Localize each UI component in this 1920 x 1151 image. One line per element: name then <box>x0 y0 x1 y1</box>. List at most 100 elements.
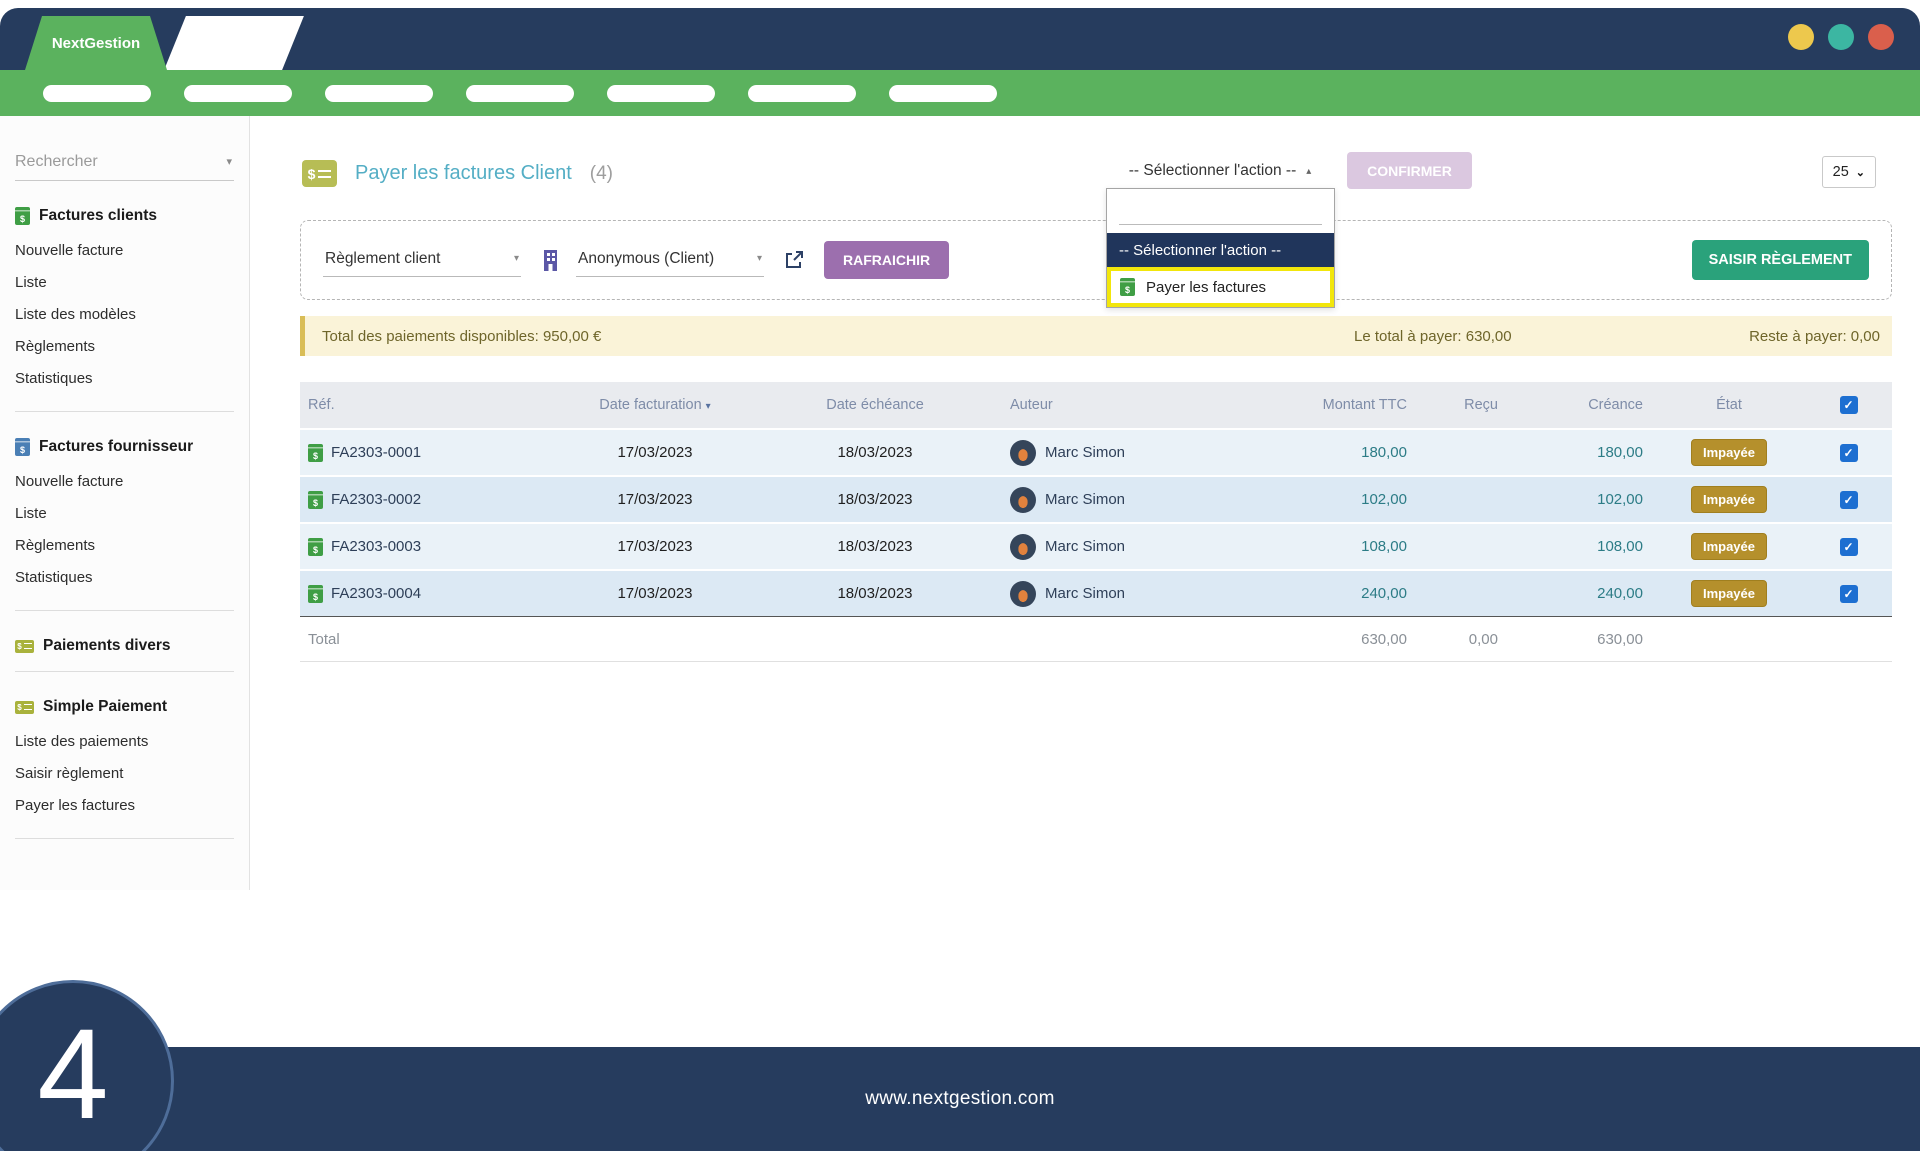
col-credit[interactable]: Créance <box>1508 397 1653 413</box>
sidebar-item-statistiques[interactable]: Statistiques <box>15 562 249 594</box>
section-title: Paiements divers <box>43 637 171 655</box>
blank-tab[interactable] <box>164 16 304 70</box>
sidebar-item-payer-les-factures[interactable]: Payer les factures <box>15 790 249 822</box>
sidebar-item-nouvelle-facture[interactable]: Nouvelle facture <box>15 466 249 498</box>
search-input[interactable] <box>15 147 234 180</box>
col-invoice-date[interactable]: Date facturation▾ <box>570 397 740 413</box>
brand-logo-text: NextGestion <box>52 35 140 52</box>
title-row: $ Payer les factures Client (4) -- Sélec… <box>300 150 1892 206</box>
step-number: 4 <box>37 1011 108 1139</box>
nav-menu-item[interactable] <box>184 85 292 102</box>
chevron-down-icon: ⌄ <box>1856 166 1865 179</box>
sidebar-item-nouvelle-facture[interactable]: Nouvelle facture <box>15 235 249 267</box>
nav-menu-item[interactable] <box>889 85 997 102</box>
col-received[interactable]: Reçu <box>1417 397 1508 413</box>
page-size-select[interactable]: 25 ⌄ <box>1822 156 1876 188</box>
invoice-icon: $ <box>15 438 30 456</box>
section-title: Factures fournisseur <box>39 438 193 456</box>
col-ref[interactable]: Réf. <box>300 397 570 413</box>
footer-url: www.nextgestion.com <box>865 1088 1054 1110</box>
divider <box>15 671 234 672</box>
dropdown-option-select-action[interactable]: -- Sélectionner l'action -- <box>1107 233 1334 267</box>
nav-menu-item[interactable] <box>607 85 715 102</box>
sidebar-section-header[interactable]: $ Paiements divers <box>15 637 249 655</box>
available-payments-total: Total des paiements disponibles: 950,00 … <box>322 328 601 345</box>
total-to-pay: Le total à payer: 630,00 <box>1354 328 1512 345</box>
row-checkbox[interactable] <box>1840 444 1858 462</box>
client-value: Anonymous (Client) <box>578 250 714 268</box>
refresh-button[interactable]: RAFRAICHIR <box>824 241 949 279</box>
external-link-icon[interactable] <box>784 250 804 270</box>
sidebar-search: ▾ <box>15 147 234 181</box>
nav-menu-item[interactable] <box>466 85 574 102</box>
dropdown-search[interactable] <box>1107 189 1334 233</box>
client-select[interactable]: Anonymous (Client) ▾ <box>576 244 764 277</box>
avatar <box>1010 440 1036 466</box>
sidebar-section-header[interactable]: $ Factures fournisseur <box>15 438 249 456</box>
author-name: Marc Simon <box>1045 491 1125 508</box>
enter-payment-button[interactable]: SAISIR RÈGLEMENT <box>1692 240 1869 280</box>
step-number-badge: 4 <box>0 980 174 1151</box>
window-dot-red[interactable] <box>1868 24 1894 50</box>
payment-type-value: Règlement client <box>325 250 440 268</box>
sidebar-section-header[interactable]: $ Factures clients <box>15 207 249 225</box>
sort-desc-icon: ▾ <box>706 401 711 412</box>
invoice-icon: $ <box>1120 278 1135 296</box>
action-select[interactable]: -- Sélectionner l'action -- ▴ <box>1106 162 1334 180</box>
col-status[interactable]: État <box>1653 397 1805 413</box>
main-content: $ Payer les factures Client (4) -- Sélec… <box>300 116 1892 662</box>
avatar <box>1010 487 1036 513</box>
dropdown-option-payer-les-factures[interactable]: $ Payer les factures <box>1107 267 1334 307</box>
status-badge: Impayée <box>1691 439 1767 466</box>
chevron-up-icon: ▴ <box>1306 166 1311 177</box>
status-badge: Impayée <box>1691 533 1767 560</box>
author-name: Marc Simon <box>1045 585 1125 602</box>
col-author[interactable]: Auteur <box>1010 397 1310 413</box>
table-row: $FA2303-0004 17/03/2023 18/03/2023 Marc … <box>300 571 1892 616</box>
confirm-button[interactable]: CONFIRMER <box>1347 152 1472 189</box>
nav-menu-item[interactable] <box>325 85 433 102</box>
brand-tab[interactable]: NextGestion <box>25 16 167 70</box>
chevron-down-icon: ▾ <box>226 155 232 168</box>
nav-menu-item[interactable] <box>748 85 856 102</box>
sidebar: ▾ $ Factures clients Nouvelle facture Li… <box>0 116 250 890</box>
section-title: Factures clients <box>39 207 157 225</box>
filter-panel: Règlement client ▾ Anonymous (Client) ▾ … <box>300 220 1892 300</box>
sidebar-item-liste-des-paiements[interactable]: Liste des paiements <box>15 726 249 758</box>
avatar <box>1010 534 1036 560</box>
col-due-date[interactable]: Date échéance <box>740 397 1010 413</box>
sidebar-section-paiements-divers: $ Paiements divers <box>0 637 249 655</box>
invoice-ref: FA2303-0002 <box>331 491 421 508</box>
total-amount: 630,00 <box>1310 631 1417 648</box>
invoice-icon: $ <box>308 444 323 462</box>
sidebar-item-reglements[interactable]: Règlements <box>15 331 249 363</box>
page-count: (4) <box>590 163 613 185</box>
window-dot-yellow[interactable] <box>1788 24 1814 50</box>
sidebar-item-saisir-reglement[interactable]: Saisir règlement <box>15 758 249 790</box>
col-amount[interactable]: Montant TTC <box>1310 397 1417 413</box>
row-checkbox[interactable] <box>1840 585 1858 603</box>
option-label: Payer les factures <box>1146 279 1266 296</box>
sidebar-section-header[interactable]: $ Simple Paiement <box>15 698 249 716</box>
sidebar-item-liste[interactable]: Liste <box>15 498 249 530</box>
action-dropdown-panel: -- Sélectionner l'action -- $ Payer les … <box>1106 188 1335 308</box>
sidebar-item-liste[interactable]: Liste <box>15 267 249 299</box>
payment-type-select[interactable]: Règlement client ▾ <box>323 244 521 277</box>
sidebar-item-reglements[interactable]: Règlements <box>15 530 249 562</box>
divider <box>15 838 234 839</box>
window-dot-teal[interactable] <box>1828 24 1854 50</box>
pay-invoices-icon: $ <box>302 160 337 187</box>
page: NextGestion ▾ $ Factures clients Nouvell… <box>0 0 1920 1151</box>
table-row: $FA2303-0003 17/03/2023 18/03/2023 Marc … <box>300 524 1892 569</box>
sidebar-item-statistiques[interactable]: Statistiques <box>15 363 249 395</box>
row-checkbox[interactable] <box>1840 491 1858 509</box>
page-title: Payer les factures Client <box>355 162 572 185</box>
row-checkbox[interactable] <box>1840 538 1858 556</box>
payment-card-icon: $ <box>15 640 34 653</box>
invoice-ref: FA2303-0003 <box>331 538 421 555</box>
nav-menu-item[interactable] <box>43 85 151 102</box>
sidebar-item-liste-des-modeles[interactable]: Liste des modèles <box>15 299 249 331</box>
select-all-checkbox[interactable] <box>1840 396 1858 414</box>
total-received: 0,00 <box>1417 631 1508 648</box>
main-navbar <box>0 70 1920 116</box>
